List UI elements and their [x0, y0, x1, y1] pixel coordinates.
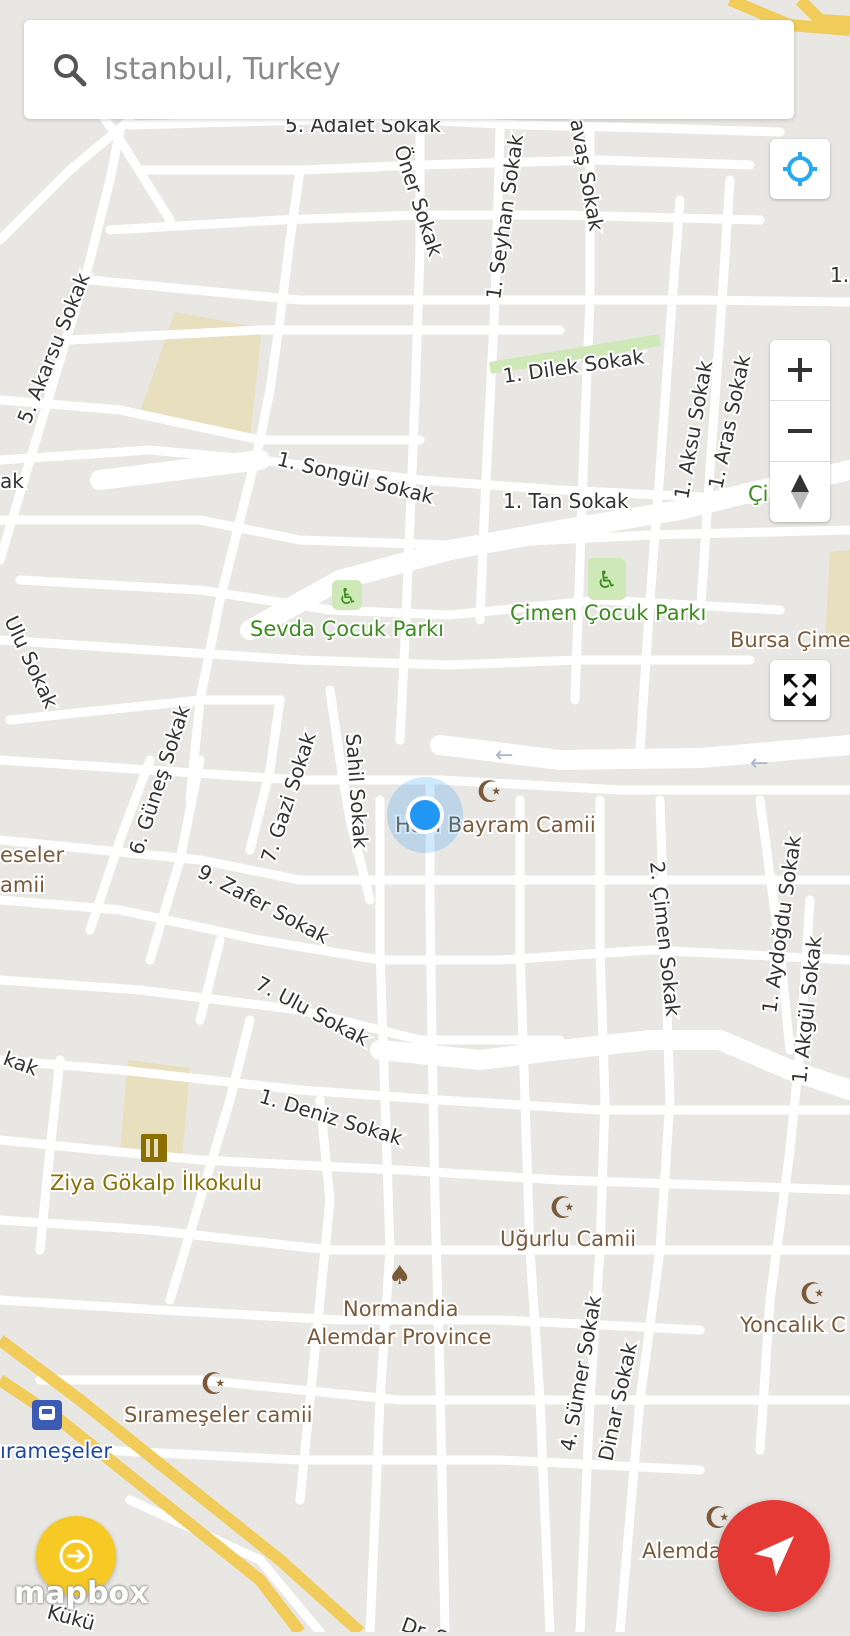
minus-icon: [788, 429, 812, 433]
search-input[interactable]: [102, 51, 746, 88]
park-label: Çi: [748, 482, 769, 506]
search-icon[interactable]: [50, 50, 90, 90]
poi-label: Sıramеşeler camii: [124, 1403, 313, 1427]
mosque-icon: ☪: [549, 1191, 576, 1226]
school-icon: [141, 1134, 167, 1162]
station-label: ıramеşeler: [0, 1439, 112, 1463]
poi-label: Normandia: [343, 1297, 459, 1321]
crosshair-icon[interactable]: [770, 139, 830, 199]
svg-text:♿: ♿: [596, 566, 618, 594]
mosque-icon: ☪: [200, 1367, 227, 1402]
fullscreen-button[interactable]: [770, 660, 830, 720]
zoom-controls: [770, 340, 830, 522]
map-canvas[interactable]: ← ← 5. Adalet Sokak Öner Sokak 1. Seyhan…: [0, 0, 850, 1636]
poi-label: eseler: [0, 843, 65, 867]
user-location: [387, 777, 463, 853]
street-label: 1. Tan Sokak: [503, 489, 629, 513]
mosque-icon: ☪: [476, 775, 503, 810]
search-bar[interactable]: [24, 20, 794, 119]
svg-text:♿: ♿: [338, 585, 358, 610]
zoom-out-button[interactable]: [770, 400, 830, 461]
map-svg[interactable]: ← ← 5. Adalet Sokak Öner Sokak 1. Seyhan…: [0, 0, 850, 1636]
train-station-icon: [32, 1400, 62, 1430]
poi-label: Bursa Çime: [730, 628, 850, 652]
spade-icon: ♠: [388, 1261, 411, 1291]
park-label: Sevda Çocuk Parkı: [250, 617, 444, 641]
svg-text:←: ←: [750, 751, 768, 776]
poi-label: amii: [0, 873, 45, 897]
street-label: 1.: [830, 263, 849, 287]
park-label: Çimen Çocuk Parkı: [510, 601, 706, 625]
poi-label: Alemda: [642, 1539, 722, 1563]
poi-label: Uğurlu Camii: [500, 1227, 636, 1251]
navigation-arrow-icon: [754, 1536, 794, 1576]
mapbox-attribution[interactable]: mapbox: [14, 1576, 148, 1611]
street-label: ak: [0, 469, 24, 493]
navigate-button[interactable]: [718, 1500, 830, 1612]
school-label: Ziya Gökalp İlkokulu: [50, 1170, 262, 1195]
fullscreen-icon[interactable]: [770, 660, 830, 720]
plus-icon: [788, 358, 812, 382]
zoom-in-button[interactable]: [770, 340, 830, 400]
mosque-icon: ☪: [799, 1277, 826, 1312]
arrow-right-icon: [59, 1539, 93, 1573]
poi-label: Alemdar Province: [307, 1325, 491, 1349]
compass-icon: [791, 474, 809, 510]
poi-label: Yoncalık C: [739, 1313, 846, 1337]
compass-button[interactable]: [770, 461, 830, 522]
svg-text:←: ←: [495, 743, 513, 768]
locate-button[interactable]: [770, 139, 830, 199]
